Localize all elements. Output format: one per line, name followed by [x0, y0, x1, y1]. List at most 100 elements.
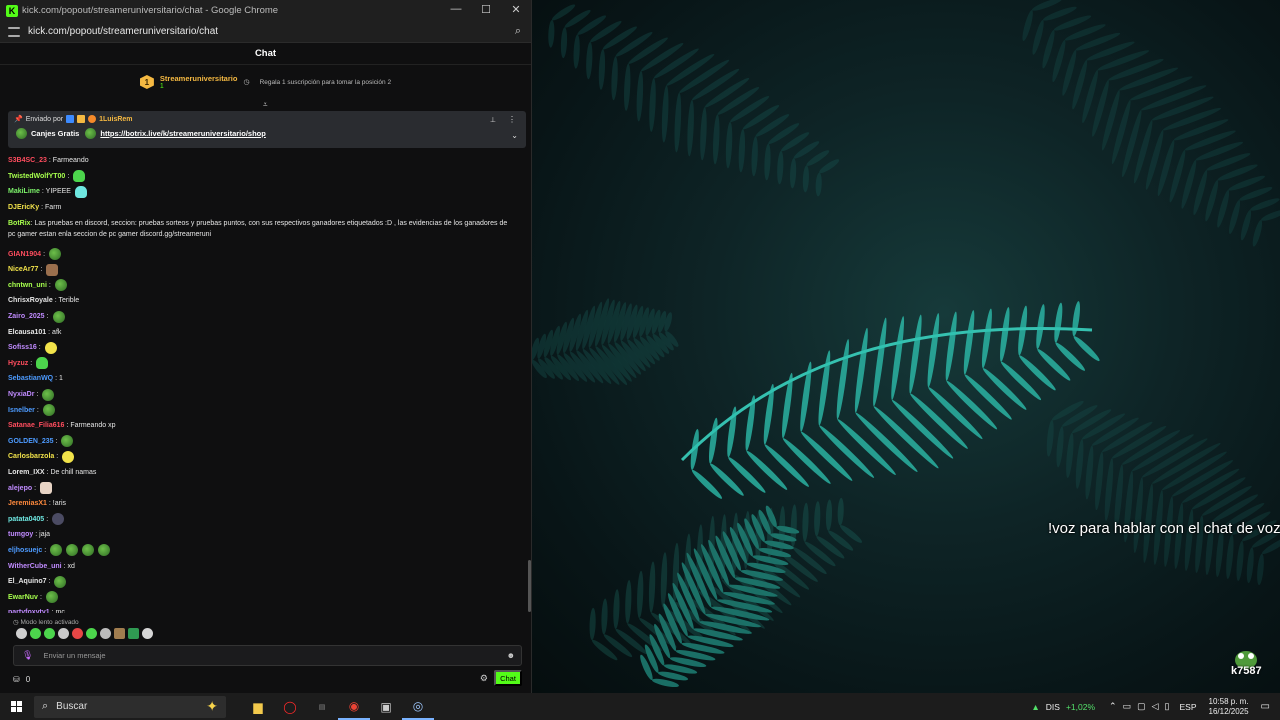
chat-username[interactable]: El_Aquino7 [8, 578, 47, 585]
chat-username[interactable]: GOLDEN_235 [8, 438, 54, 445]
chat-username[interactable]: Elcausa101 [8, 329, 46, 336]
opera-icon[interactable]: ◯ [274, 693, 306, 720]
chat-username[interactable]: Satanae_Filia616 [8, 422, 64, 429]
fern-leaf [814, 501, 821, 537]
steam-icon[interactable]: ◎ [402, 693, 434, 720]
chevron-down-icon[interactable]: ⩡ [263, 100, 268, 110]
chat-username[interactable]: Isnelber [8, 407, 35, 414]
yellow-emote-icon [44, 341, 57, 354]
fern-leaf [909, 314, 922, 394]
maximize-button[interactable]: ☐ [479, 3, 493, 16]
quick-emote-icon[interactable] [86, 628, 97, 639]
chat-username[interactable]: GIAN1904 [8, 251, 41, 258]
pinned-author[interactable]: 1LuisRem [99, 116, 132, 123]
fern-leaf [945, 311, 957, 381]
chat-username[interactable]: alejepo [8, 485, 32, 492]
chat-username[interactable]: patata0405 [8, 516, 44, 523]
address-bar[interactable]: kick.com/popout/streameruniversitario/ch… [0, 21, 531, 43]
zoom-icon[interactable]: ⌕ [515, 25, 521, 38]
site-settings-icon[interactable] [8, 26, 20, 37]
search-placeholder[interactable]: Buscar [56, 701, 87, 712]
stock-widget[interactable]: ▲ DIS +1,02% [1031, 702, 1095, 712]
chat-message-text: : Farm [41, 204, 62, 212]
scrollbar[interactable] [528, 560, 531, 612]
chat-username[interactable]: TwistedWolfYT00 [8, 173, 65, 180]
chat-username[interactable]: ChrisxRoyale [8, 297, 53, 304]
points-icon[interactable]: ⛁ [13, 675, 20, 684]
chat-username[interactable]: DJEricKy [8, 204, 39, 211]
url-text[interactable]: kick.com/popout/streameruniversitario/ch… [28, 26, 218, 37]
send-chat-button[interactable]: Chat [494, 670, 522, 686]
chat-username[interactable]: Lorem_IXX [8, 469, 45, 476]
taskbar-search[interactable]: ⌕ Buscar ✦ [34, 695, 226, 718]
chat-input[interactable]: 🎙 Enviar un mensaje ☻ [13, 645, 522, 666]
chat-username[interactable]: partyfoxyty1 [8, 609, 50, 613]
chat-username[interactable]: tumgoy [8, 531, 33, 538]
quick-emote-icon[interactable] [44, 628, 55, 639]
fern-leaf [1066, 432, 1074, 479]
quick-emote-icon[interactable] [128, 628, 139, 639]
fern-leaf [613, 589, 620, 630]
chat-message-text: : [67, 172, 70, 180]
minimize-button[interactable]: — [449, 3, 463, 15]
leader-tip: Regala 1 suscripción para tomar la posic… [259, 78, 392, 86]
language-indicator[interactable]: ESP [1179, 702, 1196, 712]
microphone-icon[interactable]: 🎙 [22, 650, 33, 661]
chat-username[interactable]: eljhosuejc [8, 547, 42, 554]
chat-username[interactable]: JeremiasX1 [8, 500, 47, 507]
quick-emote-icon[interactable] [30, 628, 41, 639]
quick-emote-icon[interactable] [58, 628, 69, 639]
chevron-up-icon[interactable]: ⌃ [1109, 701, 1117, 712]
chat-input-placeholder[interactable]: Enviar un mensaje [43, 651, 105, 660]
clock[interactable]: 10:58 p. m. 16/12/2025 [1209, 697, 1249, 717]
quick-emote-icon[interactable] [100, 628, 111, 639]
pinned-link[interactable]: https://botrix.live/k/streameruniversita… [100, 129, 265, 138]
fern-leaf [964, 374, 1012, 420]
battery-icon[interactable]: ▯ [1165, 701, 1170, 712]
volume-icon[interactable]: ◁ [1152, 701, 1159, 712]
chat-username[interactable]: WitherCube_uni [8, 563, 62, 570]
chat-username[interactable]: NiceAr77 [8, 266, 38, 273]
chat-messages: S3B4SC_23: Farmeando TwistedWolfYT00: Maki… [8, 153, 522, 613]
app-icon[interactable]: ▤ [306, 693, 338, 720]
settings-icon[interactable]: ⚙ [480, 673, 488, 684]
chat-username[interactable]: NyxiaDr [8, 391, 34, 398]
yellow-emote-icon [62, 450, 75, 463]
chevron-down-icon[interactable]: ⌄ [511, 131, 518, 140]
chat-username[interactable]: BotRix [8, 220, 31, 227]
windows-start-icon[interactable] [0, 693, 32, 720]
fern-leaf [589, 607, 596, 641]
chat-username[interactable]: EwarNuv [8, 594, 38, 601]
leader-name[interactable]: Streameruniversitario [160, 74, 238, 83]
chat-username[interactable]: chntwn_uni [8, 282, 47, 289]
chrome-icon[interactable]: ◉ [338, 693, 370, 720]
chat-username[interactable]: MakiLime [8, 188, 40, 195]
pin-icon[interactable]: ⊥ [490, 116, 496, 124]
monitor-icon[interactable]: ▢ [1137, 701, 1146, 712]
store-icon[interactable]: ▣ [370, 693, 402, 720]
network-icon[interactable]: ▭ [1123, 701, 1132, 712]
chat-username[interactable]: Zairo_2025 [8, 313, 45, 320]
chat-message-text: : afk [48, 328, 62, 336]
close-button[interactable]: ✕ [509, 3, 523, 16]
notification-icon[interactable]: ▭ [1261, 701, 1270, 712]
quick-emote-icon[interactable] [142, 628, 153, 639]
sparkle-icon[interactable]: ✦ [206, 698, 218, 715]
chat-username[interactable]: Carlosbarzola [8, 453, 54, 460]
emoji-icon[interactable]: ☻ [507, 651, 515, 660]
chat-username[interactable]: Sofiss16 [8, 344, 37, 351]
chat-message: tumgoy: jaja [8, 527, 522, 543]
chat-message-text: : [48, 281, 51, 289]
fern-leaf [981, 308, 992, 369]
quick-emote-icon[interactable] [16, 628, 27, 639]
quick-emote-icon[interactable] [72, 628, 83, 639]
fern-leaf [1162, 107, 1221, 131]
chat-username[interactable]: Hyzuz [8, 360, 28, 367]
gift-leaderboard[interactable]: 1 Streameruniversitario 1 ◷ Regala 1 sus… [0, 65, 531, 99]
fern-leaf [1061, 405, 1098, 427]
file-explorer-icon[interactable]: ▆ [242, 693, 274, 720]
more-options-icon[interactable]: ⋮ [508, 115, 516, 124]
quick-emote-icon[interactable] [114, 628, 125, 639]
chat-username[interactable]: SebastianWQ [8, 375, 53, 382]
chat-username[interactable]: S3B4SC_23 [8, 157, 47, 164]
